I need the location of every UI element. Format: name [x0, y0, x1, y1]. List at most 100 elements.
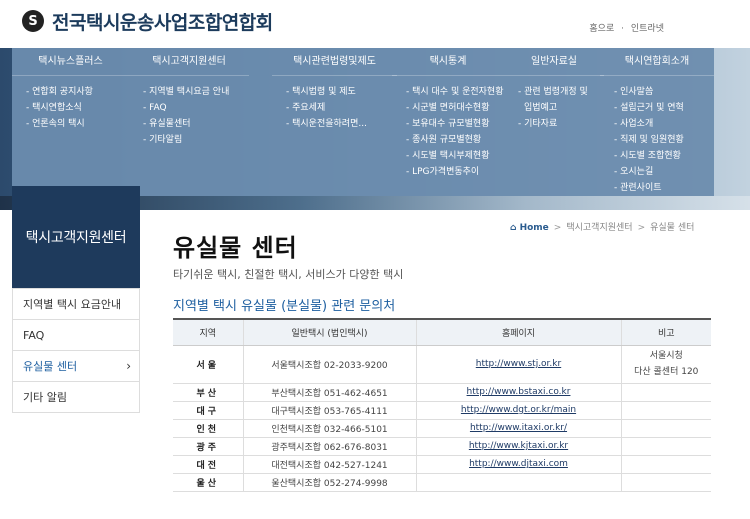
homepage-link[interactable]: http://www.bstaxi.co.kr — [415, 383, 621, 402]
contact-cell: 부산택시조합 051-462-4651 — [242, 383, 416, 402]
breadcrumb-home[interactable]: Home — [520, 223, 549, 233]
nav-column-law: 택시관련법령및제도 택시법령 및 제도 주요세제 택시운전을하려면... — [272, 48, 397, 196]
note-cell — [620, 473, 711, 492]
breadcrumb: ⌂ Home > 택시고객지원센터 > 유실물 센터 — [510, 220, 694, 233]
sidebar-item-lost-found[interactable]: 유실물 센터 › — [13, 350, 139, 381]
contact-cell: 인천택시조합 032-466-5101 — [242, 419, 416, 438]
note-cell — [620, 383, 711, 402]
nav-news[interactable]: 택시뉴스플러스 — [12, 48, 129, 76]
nav-item[interactable]: 설립근거 및 연혁 — [600, 100, 714, 116]
nav-stats[interactable]: 택시통계 — [392, 48, 504, 76]
column-header: 지역 — [173, 319, 243, 346]
breadcrumb-separator: > — [637, 223, 646, 233]
breadcrumb-separator: > — [553, 223, 562, 233]
note-cell — [620, 419, 711, 438]
nav-column-support: 택시고객지원센터 지역별 택시요금 안내 FAQ 유실물센터 기타알림 — [129, 48, 249, 196]
sidebar-item-label: 기타 알림 — [23, 391, 67, 404]
nav-item[interactable]: 지역별 택시요금 안내 — [129, 84, 249, 100]
nav-column-archive: 일반자료실 관련 법령개정 및 입법예고 기타자료 — [504, 48, 604, 196]
mega-menu: 택시뉴스플러스 연합회 공지사항 택시연합소식 언론속의 택시 택시고객지원센터… — [12, 48, 714, 196]
nav-column-about: 택시연합회소개 인사말씀 설립근거 및 연혁 사업소개 직제 및 임원현황 시도… — [600, 48, 714, 196]
page-title: 유실물 센터 — [173, 234, 298, 262]
nav-law[interactable]: 택시관련법령및제도 — [272, 48, 397, 76]
nav-item[interactable]: 유실물센터 — [129, 116, 249, 132]
contact-cell: 대전택시조합 042-527-1241 — [242, 455, 416, 474]
homepage-link[interactable] — [415, 473, 621, 492]
region-cell: 인천 — [173, 419, 243, 438]
page-description: 타기쉬운 택시, 친절한 택시, 서비스가 다양한 택시 — [173, 268, 404, 281]
breadcrumb-current: 유실물 센터 — [650, 223, 695, 233]
nav-item[interactable]: 언론속의 택시 — [12, 116, 129, 132]
nav-item[interactable]: 택시법령 및 제도 — [272, 84, 397, 100]
nav-item[interactable]: 택시연합소식 — [12, 100, 129, 116]
homepage-link[interactable]: http://www.kjtaxi.or.kr — [415, 437, 621, 456]
nav-item[interactable]: 기타알림 — [129, 132, 249, 148]
contact-table: 지역 일반택시 (법인택시) 홈페이지 비고 서울 서울택시조합 02-2033… — [173, 318, 711, 492]
nav-archive[interactable]: 일반자료실 — [504, 48, 604, 76]
nav-item[interactable]: 기타자료 — [504, 116, 604, 132]
site-header: S 전국택시운송사업조합연합회 홈으로 · 인트라넷 — [0, 0, 750, 48]
utility-links: 홈으로 · 인트라넷 — [585, 21, 664, 34]
nav-item[interactable]: 입법예고 — [504, 100, 604, 116]
table-row: 부산 부산택시조합 051-462-4651 http://www.bstaxi… — [173, 383, 711, 402]
nav-item[interactable]: 연합회 공지사항 — [12, 84, 129, 100]
note-line: 서울시청 — [649, 351, 683, 361]
nav-item[interactable]: 보유대수 규모별현황 — [392, 116, 504, 132]
sidebar-item-label: FAQ — [23, 329, 45, 342]
nav-item[interactable]: FAQ — [129, 100, 249, 116]
homepage-link[interactable]: http://www.itaxi.or.kr/ — [415, 419, 621, 438]
intranet-link[interactable]: 인트라넷 — [631, 24, 664, 34]
column-header: 일반택시 (법인택시) — [242, 319, 416, 346]
region-cell: 대구 — [173, 401, 243, 420]
sidebar-item-label: 유실물 센터 — [23, 360, 78, 373]
home-icon[interactable]: ⌂ — [510, 223, 520, 233]
sidebar-item-fare[interactable]: 지역별 택시 요금안내 — [13, 288, 139, 319]
section-title: 지역별 택시 유실물 (분실물) 관련 문의처 — [173, 299, 396, 314]
nav-item[interactable]: 시군별 면허대수현황 — [392, 100, 504, 116]
table-row: 울산 울산택시조합 052-274-9998 — [173, 473, 711, 492]
table-row: 대구 대구택시조합 053-765-4111 http://www.dgt.or… — [173, 401, 711, 420]
nav-column-news: 택시뉴스플러스 연합회 공지사항 택시연합소식 언론속의 택시 — [12, 48, 129, 196]
nav-item[interactable]: 주요세제 — [272, 100, 397, 116]
nav-item[interactable]: 오시는길 — [600, 164, 714, 180]
table-header-row: 지역 일반택시 (법인택시) 홈페이지 비고 — [173, 319, 711, 346]
nav-column-stats: 택시통계 택시 대수 및 운전자현황 시군별 면허대수현황 보유대수 규모별현황… — [392, 48, 504, 196]
sidebar-menu: 지역별 택시 요금안내 FAQ 유실물 센터 › 기타 알림 — [12, 288, 140, 413]
nav-item[interactable]: 직제 및 임원현황 — [600, 132, 714, 148]
column-header: 비고 — [620, 319, 711, 346]
table-row: 대전 대전택시조합 042-527-1241 http://www.djtaxi… — [173, 455, 711, 474]
nav-about[interactable]: 택시연합회소개 — [600, 48, 714, 76]
table-row: 광주 광주택시조합 062-676-8031 http://www.kjtaxi… — [173, 437, 711, 456]
nav-support[interactable]: 택시고객지원센터 — [129, 48, 249, 76]
nav-item[interactable]: 종사원 규모별현황 — [392, 132, 504, 148]
note-cell — [620, 401, 711, 420]
table-row: 서울 서울택시조합 02-2033-9200 http://www.stj.or… — [173, 345, 711, 384]
sidebar-item-faq[interactable]: FAQ — [13, 319, 139, 350]
nav-item[interactable]: LPG가격변동추이 — [392, 164, 504, 180]
table-row: 인천 인천택시조합 032-466-5101 http://www.itaxi.… — [173, 419, 711, 438]
breadcrumb-section[interactable]: 택시고객지원센터 — [566, 223, 632, 233]
site-title[interactable]: 전국택시운송사업조합연합회 — [52, 8, 273, 35]
nav-item[interactable]: 시도별 조합현황 — [600, 148, 714, 164]
note-cell — [620, 437, 711, 456]
nav-item[interactable]: 시도별 택시부제현황 — [392, 148, 504, 164]
nav-item[interactable]: 인사말씀 — [600, 84, 714, 100]
region-cell: 울산 — [173, 473, 243, 492]
nav-item[interactable]: 관련사이트 — [600, 180, 714, 196]
nav-item[interactable]: 택시 대수 및 운전자현황 — [392, 84, 504, 100]
logo-icon[interactable]: S — [22, 10, 44, 32]
contact-cell: 대구택시조합 053-765-4111 — [242, 401, 416, 420]
region-cell: 광주 — [173, 437, 243, 456]
util-separator: · — [621, 24, 624, 34]
nav-item[interactable]: 택시운전을하려면... — [272, 116, 397, 132]
home-link[interactable]: 홈으로 — [589, 24, 614, 34]
sidebar-item-notice[interactable]: 기타 알림 — [13, 381, 139, 412]
note-cell — [620, 455, 711, 474]
contact-cell: 광주택시조합 062-676-8031 — [242, 437, 416, 456]
homepage-link[interactable]: http://www.dgt.or.kr/main — [415, 401, 621, 420]
nav-item[interactable]: 관련 법령개정 및 — [504, 84, 604, 100]
nav-item[interactable]: 사업소개 — [600, 116, 714, 132]
homepage-link[interactable]: http://www.stj.or.kr — [415, 345, 621, 384]
homepage-link[interactable]: http://www.djtaxi.com — [415, 455, 621, 474]
region-cell: 부산 — [173, 383, 243, 402]
